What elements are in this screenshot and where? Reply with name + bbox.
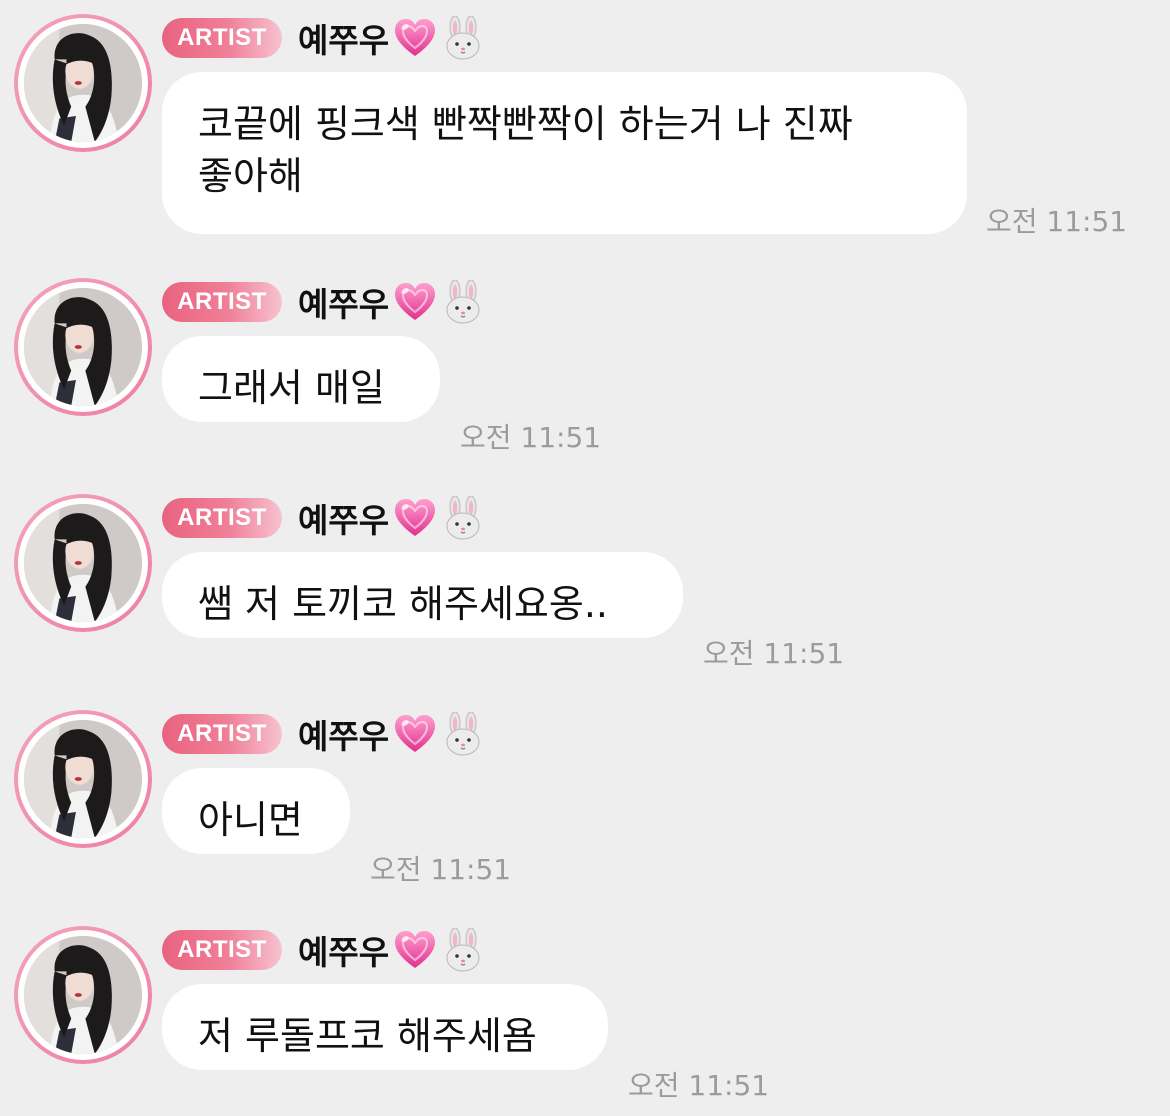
message-timestamp: 오전 11:51 — [460, 421, 602, 454]
rabbit-icon — [441, 712, 485, 756]
artist-badge: ARTIST — [162, 714, 282, 754]
artist-badge: ARTIST — [162, 498, 282, 538]
artist-badge: ARTIST — [162, 282, 282, 322]
rabbit-icon — [441, 280, 485, 324]
sender-name-row: 예쭈우 — [298, 494, 485, 542]
rabbit-icon — [441, 928, 485, 972]
avatar[interactable] — [14, 926, 152, 1064]
message-timestamp: 오전 11:51 — [703, 637, 845, 670]
avatar-photo — [24, 24, 142, 142]
message-bubble[interactable]: 쌤 저 토끼코 해주세요옹.. — [162, 552, 683, 638]
avatar[interactable] — [14, 710, 152, 848]
sender-name-row: 예쭈우 — [298, 926, 485, 974]
avatar[interactable] — [14, 14, 152, 152]
avatar-photo — [24, 288, 142, 406]
chat-message-list[interactable]: ARTIST 예쭈우 코끝에 핑크색 빤짝빤짝이 하는거 나 진짜 좋아해 오전… — [0, 0, 1170, 1116]
sender-name: 예쭈우 — [298, 501, 390, 540]
rabbit-icon — [441, 16, 485, 60]
message-bubble[interactable]: 그래서 매일 — [162, 336, 440, 422]
sender-name-row: 예쭈우 — [298, 278, 485, 326]
chat-message: ARTIST 예쭈우 저 루돌프코 해주세욤 오전 11:51 — [0, 912, 1170, 1116]
artist-badge: ARTIST — [162, 930, 282, 970]
message-timestamp: 오전 11:51 — [628, 1069, 770, 1102]
sender-name-row: 예쭈우 — [298, 14, 485, 62]
avatar-photo — [24, 936, 142, 1054]
rabbit-icon — [441, 496, 485, 540]
heart-icon — [393, 712, 437, 756]
message-bubble[interactable]: 아니면 — [162, 768, 350, 854]
chat-message: ARTIST 예쭈우 아니면 오전 11:51 — [0, 696, 1170, 912]
sender-name-row: 예쭈우 — [298, 710, 485, 758]
chat-message: ARTIST 예쭈우 쌤 저 토끼코 해주세요옹.. 오전 11:51 — [0, 480, 1170, 696]
avatar-photo — [24, 720, 142, 838]
chat-message: ARTIST 예쭈우 코끝에 핑크색 빤짝빤짝이 하는거 나 진짜 좋아해 오전… — [0, 0, 1170, 238]
heart-icon — [393, 16, 437, 60]
message-timestamp: 오전 11:51 — [986, 205, 1128, 238]
heart-icon — [393, 496, 437, 540]
message-bubble[interactable]: 코끝에 핑크색 빤짝빤짝이 하는거 나 진짜 좋아해 — [162, 72, 967, 234]
heart-icon — [393, 280, 437, 324]
chat-message: ARTIST 예쭈우 그래서 매일 오전 11:51 — [0, 264, 1170, 480]
message-bubble[interactable]: 저 루돌프코 해주세욤 — [162, 984, 608, 1070]
sender-name: 예쭈우 — [298, 717, 390, 756]
avatar-photo — [24, 504, 142, 622]
sender-name: 예쭈우 — [298, 933, 390, 972]
sender-name: 예쭈우 — [298, 21, 390, 60]
artist-badge: ARTIST — [162, 18, 282, 58]
sender-name: 예쭈우 — [298, 285, 390, 324]
avatar[interactable] — [14, 278, 152, 416]
heart-icon — [393, 928, 437, 972]
avatar[interactable] — [14, 494, 152, 632]
message-timestamp: 오전 11:51 — [370, 853, 512, 886]
